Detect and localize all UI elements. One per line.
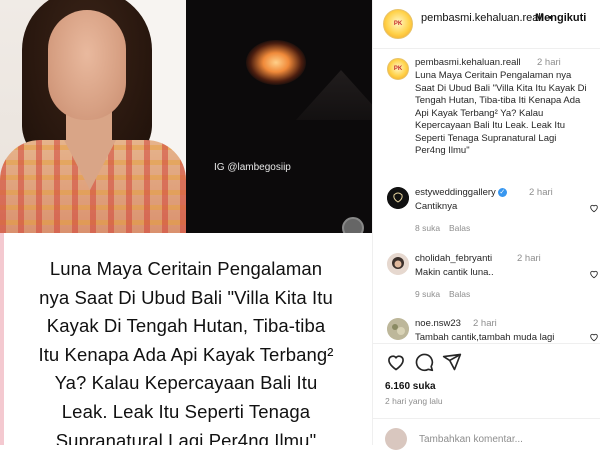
- reply-button[interactable]: Balas: [449, 223, 470, 233]
- current-user-avatar: [385, 428, 407, 450]
- media-caption-panel: Luna Maya Ceritain Pengalaman nya Saat D…: [0, 233, 372, 445]
- media-caption-line: nya Saat Di Ubud Bali "Villa Kita Itu: [39, 286, 333, 308]
- caption-line: Kepercayaan Bali Itu Leak. Leak Itu: [415, 120, 565, 131]
- caption-time[interactable]: 2 hari: [537, 57, 561, 68]
- video-thumbnail[interactable]: IG @lambegosiip: [186, 0, 372, 233]
- posted-time[interactable]: 2 hari yang lalu: [385, 396, 443, 406]
- comment-text: Cantiknya: [415, 201, 458, 212]
- caption-line: Per4ng Ilmu": [415, 145, 470, 156]
- post-header: PK pembasmi.kehaluan.reall • Mengikuti: [373, 0, 600, 49]
- account-avatar[interactable]: PK: [383, 9, 413, 39]
- comment-username[interactable]: cholidah_febryanti: [415, 253, 492, 264]
- comment-time: 2 hari: [473, 318, 497, 329]
- like-comment-icon[interactable]: [589, 332, 599, 342]
- comment-username[interactable]: estyweddinggallery ✓: [415, 187, 507, 198]
- comment-avatar[interactable]: [387, 253, 409, 275]
- comment-likes[interactable]: 8 suka: [415, 223, 440, 233]
- caption-line: Seperti Tenaga Supranatural Lagi: [415, 132, 557, 144]
- likes-count[interactable]: 6.160 suka: [385, 381, 436, 392]
- media-caption-line: Itu Kenapa Ada Api Kayak Terbang²: [38, 343, 334, 365]
- video-watermark: IG @lambegosiip: [214, 162, 291, 173]
- caption-line: Luna Maya Ceritain Pengalaman nya: [415, 70, 572, 81]
- caption-line: Tengah Hutan, Tiba-tiba Iti Kenapa Ada: [415, 95, 581, 106]
- caption-avatar[interactable]: PK: [387, 58, 409, 80]
- comment-username[interactable]: noe.nsw23: [415, 318, 461, 329]
- media-caption-line: Ya? Kalau Kepercayaan Bali Itu: [54, 372, 318, 394]
- reply-button[interactable]: Balas: [449, 289, 470, 299]
- like-comment-icon[interactable]: [589, 269, 599, 279]
- media-caption-line: Kayak Di Tengah Hutan, Tiba-tiba: [46, 315, 326, 337]
- verified-badge-icon: ✓: [497, 187, 507, 197]
- comment-time: 2 hari: [517, 253, 541, 264]
- media-caption-line: Supranatural Lagi Per4ng Ilmu": [55, 429, 317, 445]
- caption-line: Api Kayak Terbang² Ya? Kalau: [415, 107, 544, 119]
- comment-avatar[interactable]: [387, 318, 409, 340]
- fire-glow: [246, 40, 306, 85]
- post-side-panel: PK pembasmi.kehaluan.reall • Mengikuti P…: [372, 0, 600, 450]
- comment-avatar[interactable]: [387, 187, 409, 209]
- caption-line: Saat Di Ubud Bali "Villa Kita Itu Kayak …: [415, 82, 587, 94]
- header-username[interactable]: pembasmi.kehaluan.reall •: [421, 12, 552, 24]
- post-media: IG @lambegosiip Luna Maya Ceritain Penga…: [0, 0, 372, 445]
- celebrity-photo: [0, 0, 186, 233]
- media-caption-text: Luna Maya Ceritain Pengalaman nya Saat D…: [8, 255, 364, 445]
- carousel-indicator-icon[interactable]: [342, 217, 364, 233]
- comment-bubble-icon[interactable]: [414, 352, 434, 372]
- comment-text: Tambah cantik,tambah muda lagi: [415, 332, 555, 343]
- like-heart-icon[interactable]: [386, 352, 406, 372]
- comment-time: 2 hari: [529, 187, 553, 198]
- like-comment-icon[interactable]: [589, 203, 599, 213]
- media-caption-line: Leak. Leak Itu Seperti Tenaga: [61, 400, 311, 422]
- following-button[interactable]: Mengikuti: [535, 12, 586, 24]
- comment-text: Makin cantik luna..: [415, 267, 494, 278]
- share-send-icon[interactable]: [442, 352, 462, 372]
- comment-input[interactable]: Tambahkan komentar...: [419, 434, 523, 445]
- comment-likes[interactable]: 9 suka: [415, 289, 440, 299]
- caption-text: Luna Maya Ceritain Pengalaman nya Saat D…: [415, 70, 600, 158]
- caption-username[interactable]: pembasmi.kehaluan.reall: [415, 57, 521, 68]
- media-caption-line: Luna Maya Ceritain Pengalaman: [49, 258, 323, 279]
